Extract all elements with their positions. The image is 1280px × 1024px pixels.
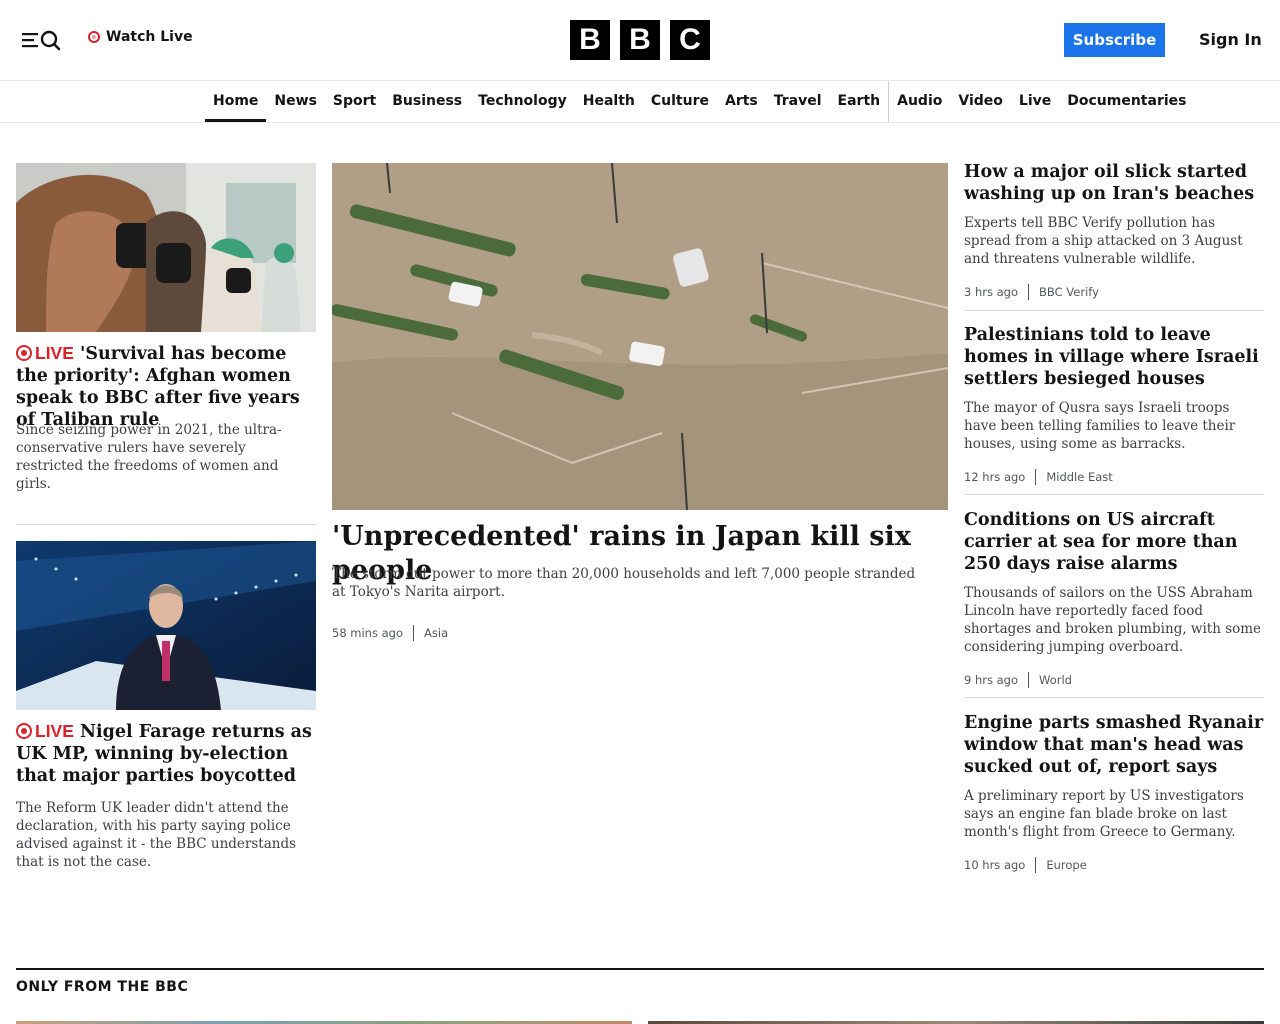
- right-divider: [964, 310, 1264, 311]
- section-rule: [16, 968, 1264, 970]
- live-tag: LIVE: [35, 343, 74, 363]
- meta-separator: [1035, 857, 1037, 873]
- nav-culture[interactable]: Culture: [643, 81, 717, 122]
- live-icon: [16, 723, 32, 739]
- carrier-summary: Thousands of sailors on the USS Abraham …: [964, 585, 1262, 655]
- japan-floods-summary: The storm cut power to more than 20,000 …: [332, 566, 916, 600]
- timestamp: 3 hrs ago: [964, 285, 1019, 299]
- main-nav: Home News Sport Business Technology Heal…: [0, 81, 1280, 123]
- bbc-logo[interactable]: B B C: [570, 20, 710, 60]
- timestamp: 58 mins ago: [332, 626, 404, 640]
- category-link[interactable]: Asia: [424, 626, 448, 640]
- meta-separator: [413, 625, 415, 641]
- oil-slick-meta: 3 hrs ago BBC Verify: [964, 284, 1099, 300]
- menu-search-button[interactable]: [20, 28, 64, 52]
- afghan-women-summary: Since seizing power in 2021, the ultra-c…: [16, 422, 282, 492]
- meta-separator: [1035, 469, 1037, 485]
- oil-slick-headline[interactable]: How a major oil slick started washing up…: [964, 161, 1264, 205]
- japan-floods-photo: [332, 163, 948, 510]
- farage-photo: [16, 541, 316, 710]
- oil-slick-summary: Experts tell BBC Verify pollution has sp…: [964, 215, 1243, 267]
- sign-in-link[interactable]: Sign In: [1199, 30, 1262, 49]
- timestamp: 9 hrs ago: [964, 673, 1019, 687]
- nav-video[interactable]: Video: [950, 81, 1011, 122]
- afghan-women-image[interactable]: [16, 163, 316, 332]
- carrier-meta: 9 hrs ago World: [964, 672, 1072, 688]
- nav-documentaries[interactable]: Documentaries: [1059, 81, 1194, 122]
- nav-travel[interactable]: Travel: [766, 81, 830, 122]
- nav-audio[interactable]: Audio: [888, 81, 950, 122]
- nav-health[interactable]: Health: [575, 81, 643, 122]
- qusra-headline[interactable]: Palestinians told to leave homes in vill…: [964, 324, 1264, 390]
- category-link[interactable]: BBC Verify: [1039, 285, 1099, 299]
- watch-live-link[interactable]: Watch Live: [88, 29, 193, 45]
- timestamp: 12 hrs ago: [964, 470, 1026, 484]
- ryanair-summary: A preliminary report by US investigators…: [964, 788, 1244, 840]
- right-divider: [964, 697, 1264, 698]
- watch-live-label: Watch Live: [106, 29, 193, 45]
- live-tag: LIVE: [35, 721, 74, 741]
- section-title: ONLY FROM THE BBC: [16, 979, 189, 995]
- nav-earth[interactable]: Earth: [830, 81, 889, 122]
- nav-business[interactable]: Business: [384, 81, 470, 122]
- qusra-meta: 12 hrs ago Middle East: [964, 469, 1113, 485]
- meta-separator: [1028, 284, 1030, 300]
- logo-letter-b2: B: [620, 20, 660, 60]
- qusra-summary: The mayor of Qusra says Israeli troops h…: [964, 400, 1236, 452]
- afghan-women-headline[interactable]: LIVE 'Survival has become the priority':…: [16, 342, 316, 431]
- carrier-headline[interactable]: Conditions on US aircraft carrier at sea…: [964, 509, 1264, 575]
- meta-separator: [1028, 672, 1030, 688]
- category-link[interactable]: Europe: [1046, 858, 1086, 872]
- nav-live[interactable]: Live: [1011, 81, 1059, 122]
- live-icon: [16, 345, 32, 361]
- nav-sport[interactable]: Sport: [325, 81, 384, 122]
- ryanair-meta: 10 hrs ago Europe: [964, 857, 1087, 873]
- nav-home[interactable]: Home: [205, 81, 267, 122]
- subscribe-button[interactable]: Subscribe: [1064, 23, 1165, 57]
- nav-arts[interactable]: Arts: [717, 81, 766, 122]
- live-dot-icon: [88, 31, 100, 43]
- ryanair-headline[interactable]: Engine parts smashed Ryanair window that…: [964, 712, 1264, 778]
- logo-letter-b1: B: [570, 20, 610, 60]
- logo-letter-c: C: [670, 20, 710, 60]
- category-link[interactable]: Middle East: [1046, 470, 1112, 484]
- japan-floods-image[interactable]: [332, 163, 948, 510]
- top-bar: Watch Live B B C Subscribe Sign In: [0, 0, 1280, 81]
- category-link[interactable]: World: [1039, 673, 1072, 687]
- farage-summary: The Reform UK leader didn't attend the d…: [16, 800, 297, 870]
- nav-news[interactable]: News: [266, 81, 324, 122]
- afghan-women-photo: [16, 163, 316, 332]
- farage-image[interactable]: [16, 541, 316, 710]
- timestamp: 10 hrs ago: [964, 858, 1026, 872]
- menu-search-icon: [22, 30, 61, 51]
- nav-technology[interactable]: Technology: [470, 81, 575, 122]
- right-divider: [964, 494, 1264, 495]
- japan-floods-meta: 58 mins ago Asia: [332, 625, 448, 641]
- farage-headline[interactable]: LIVE Nigel Farage returns as UK MP, winn…: [16, 720, 316, 787]
- left-divider: [16, 524, 316, 525]
